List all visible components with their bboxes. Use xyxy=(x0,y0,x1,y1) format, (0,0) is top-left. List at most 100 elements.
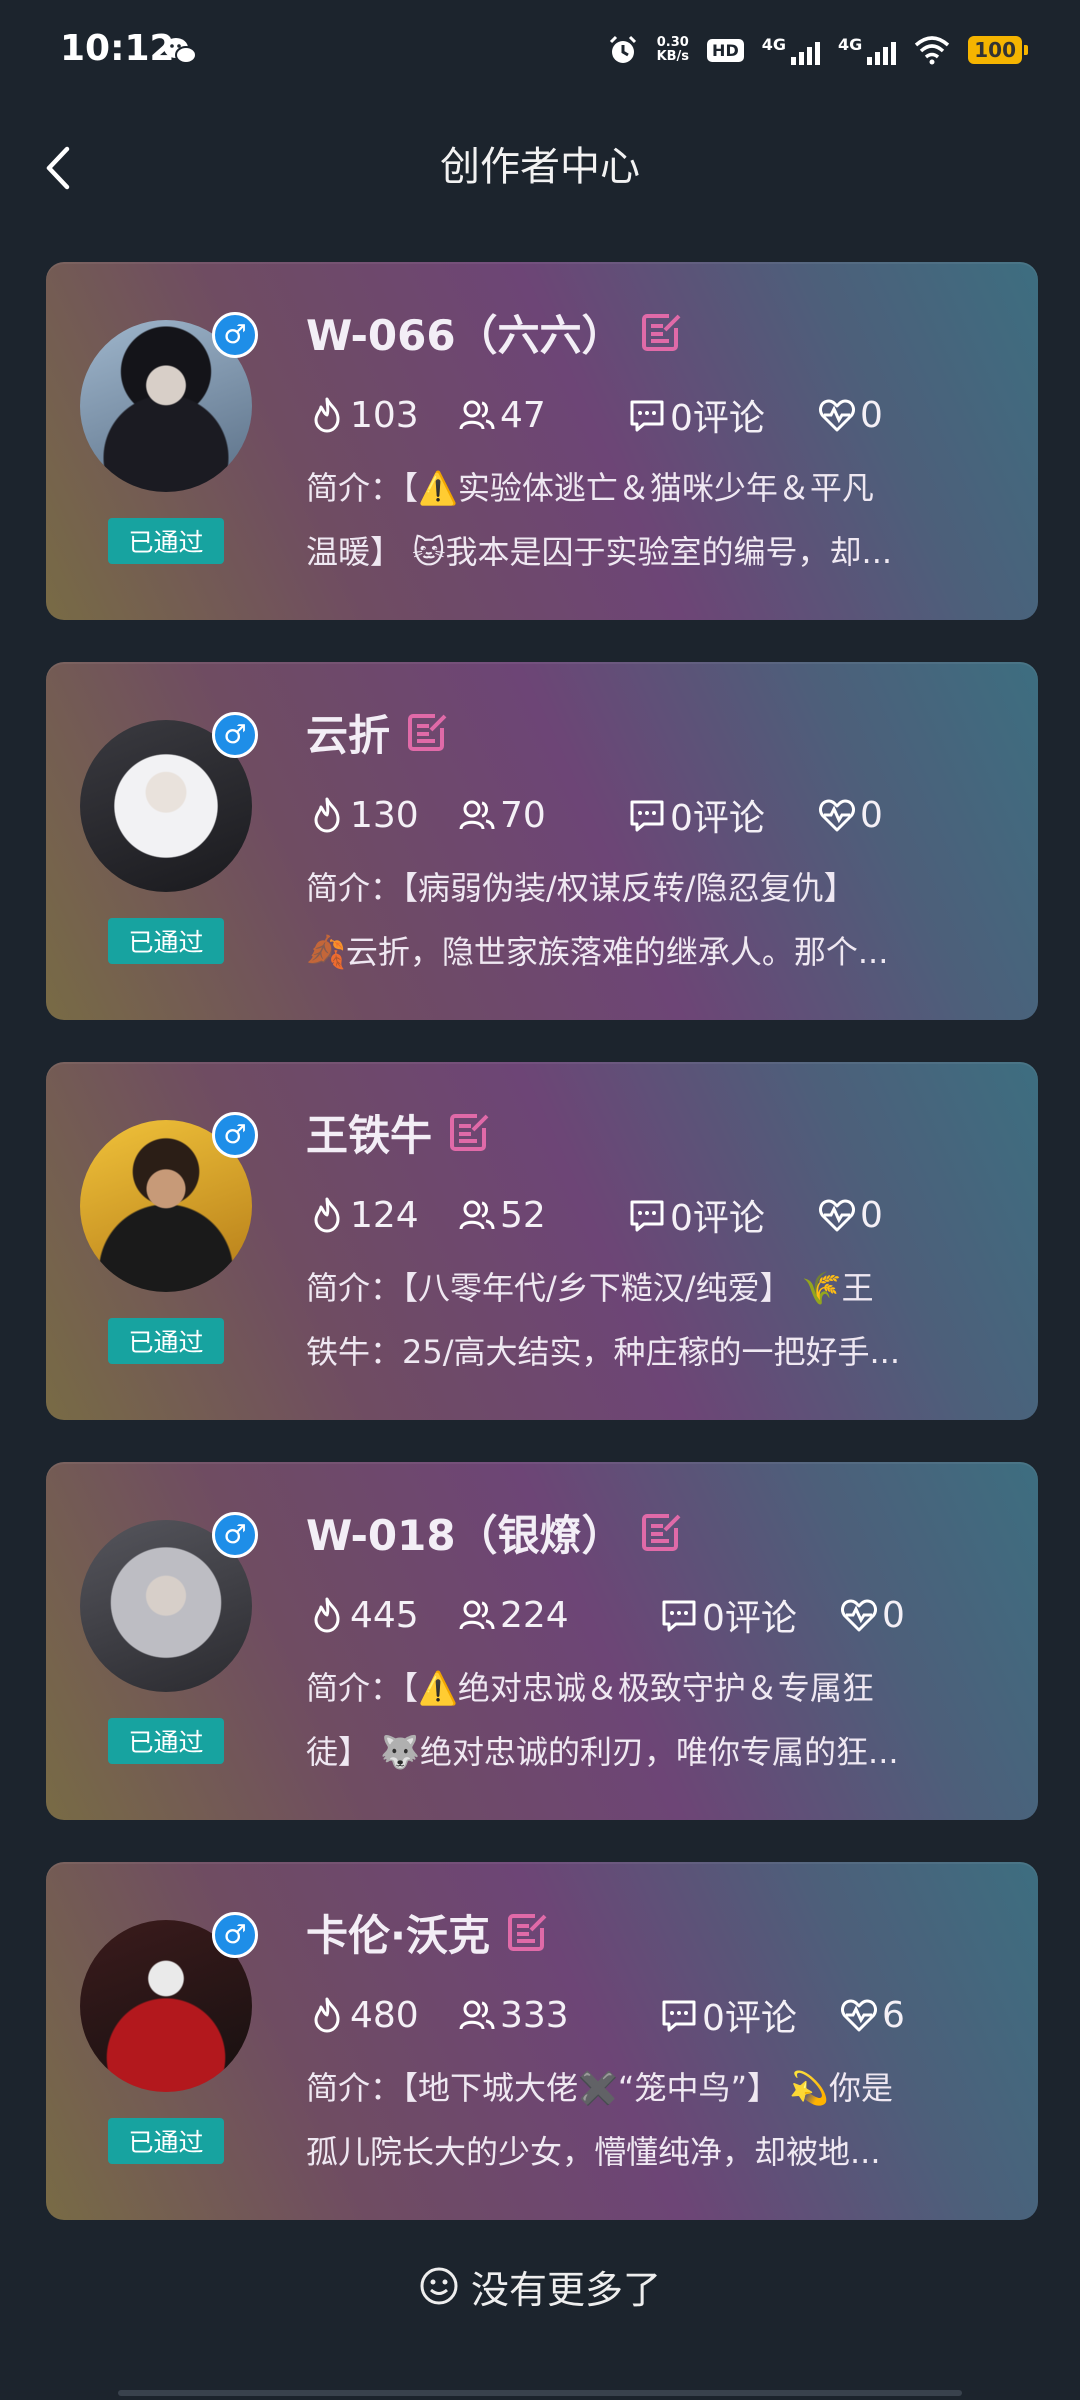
intro-line-2: 温暖】 🐱我本是囚于实验室的编号，却... xyxy=(306,533,893,571)
flame-icon xyxy=(314,797,340,833)
comment-icon xyxy=(630,1200,664,1232)
wechat-icon xyxy=(164,38,197,64)
status-badge: 已通过 xyxy=(108,1718,224,1764)
intro-line-2: 🍂云折，隐世家族落难的继承人。那个... xyxy=(306,933,889,971)
character-name: 卡伦·沃克 xyxy=(306,1910,490,1960)
character-name: 云折 xyxy=(306,710,391,760)
intro-line-1: 简介：【病弱伪装/权谋反转/隐忍复仇】 xyxy=(306,869,856,907)
flame-icon xyxy=(314,1597,340,1633)
hd-voice-icon: HD xyxy=(707,38,744,62)
home-indicator[interactable] xyxy=(118,2390,962,2396)
users-icon xyxy=(459,2000,495,2030)
comment-icon xyxy=(630,800,664,832)
intro-text: 简介：【地下城大佬✖️“笼中鸟”】 💫你是 孤儿院长大的少女，懵懂纯净，却被地.… xyxy=(306,2056,946,2184)
flame-icon xyxy=(314,1197,340,1233)
flame-icon xyxy=(314,397,340,433)
male-gender-icon: ♂ xyxy=(212,1912,258,1958)
header: 创作者中心 xyxy=(0,110,1080,260)
comment-icon xyxy=(662,2000,696,2032)
signal-icon-1: 4G xyxy=(762,35,820,65)
fans-stat: 70 xyxy=(458,790,546,840)
no-more-indicator: 没有更多了 xyxy=(0,2256,1080,2316)
intro-text: 简介：【⚠️实验体逃亡＆猫咪少年＆平凡 温暖】 🐱我本是囚于实验室的编号，却..… xyxy=(306,456,946,584)
flame-icon xyxy=(314,1997,340,2033)
likes-stat: 0 xyxy=(840,1590,905,1640)
status-time: 10:12 xyxy=(60,28,175,69)
intro-text: 简介：【八零年代/乡下糙汉/纯爱】 🌾王 铁牛：25/高大结实，种庄稼的一把好手… xyxy=(306,1256,946,1384)
edit-icon[interactable] xyxy=(504,1909,550,1955)
status-bar: 10:12 0.30 KB/s HD 4G 4G 100 xyxy=(0,0,1080,110)
stats-row: 124 52 0评论 0 xyxy=(308,1190,1008,1240)
heartbeat-icon xyxy=(819,399,855,432)
comments-stat: 0评论 xyxy=(628,790,765,840)
heartbeat-icon xyxy=(841,1999,877,2032)
name-row: W-066（六六） xyxy=(306,302,684,362)
intro-line-2: 徒】 🐺绝对忠诚的利刃，唯你专属的狂... xyxy=(306,1733,899,1771)
intro-line-1: 简介：【八零年代/乡下糙汉/纯爱】 🌾王 xyxy=(306,1269,874,1307)
character-name: W-018（银燎） xyxy=(306,1510,624,1560)
heat-stat: 480 xyxy=(308,1990,419,2040)
creator-card-list: ♂ 已通过 W-066（六六） 103 47 0评论 0 简介：【⚠️实验体逃亡… xyxy=(46,262,1038,2262)
name-row: W-018（银燎） xyxy=(306,1502,684,1562)
status-badge: 已通过 xyxy=(108,1318,224,1364)
comment-icon xyxy=(662,1600,696,1632)
likes-stat: 0 xyxy=(818,390,883,440)
name-row: 云折 xyxy=(306,702,450,762)
intro-text: 简介：【病弱伪装/权谋反转/隐忍复仇】 🍂云折，隐世家族落难的继承人。那个... xyxy=(306,856,946,984)
heat-stat: 130 xyxy=(308,790,419,840)
status-badge: 已通过 xyxy=(108,2118,224,2164)
heat-stat: 103 xyxy=(308,390,419,440)
fans-stat: 224 xyxy=(458,1590,569,1640)
fans-stat: 47 xyxy=(458,390,546,440)
creator-card-5[interactable]: ♂ 已通过 卡伦·沃克 480 333 0评论 6 简介：【地下城大佬✖️“笼中… xyxy=(46,1862,1038,2220)
edit-icon[interactable] xyxy=(404,709,450,755)
stats-row: 103 47 0评论 0 xyxy=(308,390,1008,440)
creator-card-2[interactable]: ♂ 已通过 云折 130 70 0评论 0 简介：【病弱伪装/权谋反转/隐忍复仇… xyxy=(46,662,1038,1020)
male-gender-icon: ♂ xyxy=(212,1112,258,1158)
likes-stat: 0 xyxy=(818,790,883,840)
name-row: 卡伦·沃克 xyxy=(306,1902,550,1962)
heartbeat-icon xyxy=(819,799,855,832)
comments-stat: 0评论 xyxy=(628,390,765,440)
intro-line-2: 孤儿院长大的少女，懵懂纯净，却被地... xyxy=(306,2133,881,2171)
intro-line-1: 简介：【⚠️实验体逃亡＆猫咪少年＆平凡 xyxy=(306,469,874,507)
fans-stat: 333 xyxy=(458,1990,569,2040)
alarm-icon xyxy=(609,35,636,63)
no-more-text: 没有更多了 xyxy=(470,2267,661,2312)
heat-stat: 445 xyxy=(308,1590,419,1640)
heartbeat-icon xyxy=(841,1599,877,1632)
status-badge: 已通过 xyxy=(108,518,224,564)
edit-icon[interactable] xyxy=(638,309,684,355)
stats-row: 480 333 0评论 6 xyxy=(308,1990,1008,2040)
smile-icon xyxy=(420,2267,458,2305)
comments-stat: 0评论 xyxy=(660,1590,797,1640)
stats-row: 445 224 0评论 0 xyxy=(308,1590,1008,1640)
wifi-icon xyxy=(915,36,950,65)
edit-icon[interactable] xyxy=(638,1509,684,1555)
likes-stat: 0 xyxy=(818,1190,883,1240)
heat-stat: 124 xyxy=(308,1190,419,1240)
name-row: 王铁牛 xyxy=(306,1102,492,1162)
creator-card-1[interactable]: ♂ 已通过 W-066（六六） 103 47 0评论 0 简介：【⚠️实验体逃亡… xyxy=(46,262,1038,620)
comment-icon xyxy=(630,400,664,432)
page-title: 创作者中心 xyxy=(440,144,640,190)
intro-line-1: 简介：【地下城大佬✖️“笼中鸟”】 💫你是 xyxy=(306,2069,894,2107)
creator-card-3[interactable]: ♂ 已通过 王铁牛 124 52 0评论 0 简介：【八零年代/乡下糙汉/纯爱】… xyxy=(46,1062,1038,1420)
heartbeat-icon xyxy=(819,1199,855,1232)
stats-row: 130 70 0评论 0 xyxy=(308,790,1008,840)
intro-line-1: 简介：【⚠️绝对忠诚＆极致守护＆专属狂 xyxy=(306,1669,874,1707)
battery-icon: 100 xyxy=(968,36,1028,64)
edit-icon[interactable] xyxy=(446,1109,492,1155)
users-icon xyxy=(459,1600,495,1630)
intro-line-2: 铁牛：25/高大结实，种庄稼的一把好手... xyxy=(306,1333,901,1371)
character-name: 王铁牛 xyxy=(306,1110,433,1160)
character-name: W-066（六六） xyxy=(306,310,624,360)
comments-stat: 0评论 xyxy=(660,1990,797,2040)
status-icons: 0.30 KB/s HD 4G 4G 100 xyxy=(607,30,1028,70)
intro-text: 简介：【⚠️绝对忠诚＆极致守护＆专属狂 徒】 🐺绝对忠诚的利刃，唯你专属的狂..… xyxy=(306,1656,946,1784)
creator-card-4[interactable]: ♂ 已通过 W-018（银燎） 445 224 0评论 0 简介：【⚠️绝对忠诚… xyxy=(46,1462,1038,1820)
users-icon xyxy=(459,1200,495,1230)
male-gender-icon: ♂ xyxy=(212,312,258,358)
likes-stat: 6 xyxy=(840,1990,905,2040)
signal-icon-2: 4G xyxy=(838,35,897,65)
